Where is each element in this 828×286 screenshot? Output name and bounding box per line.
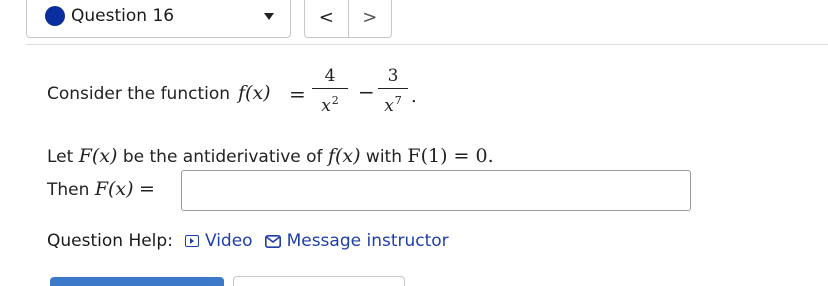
fraction-1-denominator: x2 <box>312 91 348 116</box>
question-help: Question Help: Video Message instructor <box>47 231 461 251</box>
condition-F-of-x: F(x) <box>78 145 118 167</box>
submit-button[interactable] <box>50 277 224 286</box>
intro-text: Consider the function <box>47 84 231 104</box>
fraction-2-bar <box>378 88 408 89</box>
fraction-1-numerator: 4 <box>324 66 336 86</box>
fraction-term-1: 4 x2 <box>312 66 348 116</box>
problem-intro: Consider the function <box>47 84 230 104</box>
message-instructor-link[interactable]: Message instructor <box>264 231 449 251</box>
header-divider <box>26 44 828 45</box>
fraction-2-denominator: x7 <box>378 91 408 116</box>
secondary-button[interactable] <box>233 276 405 286</box>
answer-prompt: Then F(x) = <box>47 178 155 200</box>
previous-question-button[interactable]: < <box>305 0 349 37</box>
equals-sign: = <box>289 82 306 106</box>
answer-input[interactable] <box>181 170 691 211</box>
question-select-label: Question 16 <box>71 6 175 26</box>
condition-initial-value: F(1) = 0. <box>407 145 494 167</box>
video-play-icon <box>184 235 199 247</box>
next-question-button[interactable]: > <box>349 0 392 37</box>
question-select-dropdown[interactable]: Question 16 <box>26 0 291 38</box>
caret-down-icon <box>264 13 274 20</box>
fraction-2-numerator: 3 <box>387 66 399 86</box>
question-help-label: Question Help: <box>47 231 173 251</box>
message-instructor-label: Message instructor <box>286 231 449 251</box>
condition-f-of-x: f(x) <box>327 145 361 167</box>
fraction-2-den-base: x <box>384 96 394 116</box>
fraction-term-2: 3 x7 <box>378 66 408 116</box>
fraction-2-den-exp: 7 <box>394 94 402 107</box>
question-nav-group: < > <box>304 0 392 38</box>
condition-text: be the antiderivative of <box>122 147 323 167</box>
fraction-1-den-exp: 2 <box>331 94 339 107</box>
mail-icon <box>264 234 281 248</box>
then-equals: = <box>138 178 155 200</box>
then-text: Then <box>47 180 90 200</box>
problem-condition: Let F(x) be the antiderivative of f(x) w… <box>47 145 494 167</box>
condition-let: Let <box>47 147 74 167</box>
condition-with: with <box>365 147 402 167</box>
minus-sign: − <box>358 80 375 104</box>
then-F-of-x: F(x) <box>94 178 134 200</box>
video-link[interactable]: Video <box>184 231 253 251</box>
video-link-label: Video <box>204 231 253 251</box>
question-page: Question 16 < > Consider the function f(… <box>0 0 828 286</box>
function-f-of-x: f(x) <box>238 82 271 104</box>
filled-circle-icon <box>46 7 64 25</box>
fraction-1-bar <box>312 88 348 89</box>
fraction-1-den-base: x <box>321 96 331 116</box>
sentence-period: . <box>411 86 417 107</box>
